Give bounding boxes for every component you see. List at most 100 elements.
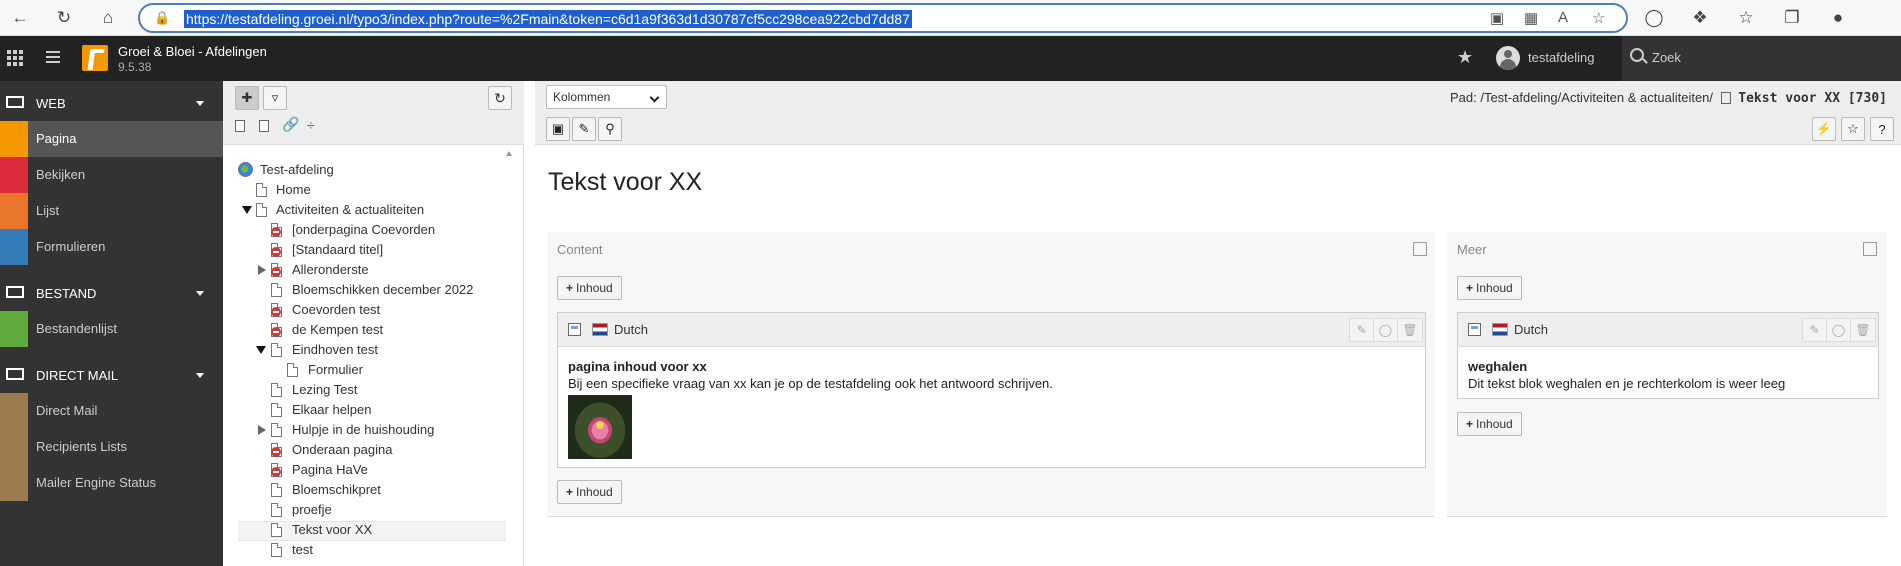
username[interactable]: testafdeling: [1528, 50, 1595, 65]
profile-icon[interactable]: ●: [1826, 6, 1850, 30]
clear-cache-button[interactable]: ⚡: [1812, 117, 1836, 141]
tree-node[interactable]: Lezing Test: [269, 381, 508, 401]
filter-button[interactable]: ▿: [263, 86, 287, 110]
module-group-bestand[interactable]: BESTAND: [0, 275, 223, 311]
tree-node-label: Lezing Test: [292, 382, 358, 397]
tree-node[interactable]: proefje: [269, 501, 508, 521]
home-icon[interactable]: ⌂: [96, 6, 120, 30]
module-bestandenlijst[interactable]: Bestandenlijst: [0, 311, 223, 347]
tree-node-label: Pagina HaVe: [292, 462, 368, 477]
edit-column-icon[interactable]: [1413, 242, 1427, 256]
user-avatar[interactable]: [1496, 46, 1520, 70]
tree-node[interactable]: Pagina HaVe: [269, 461, 508, 481]
url-text[interactable]: https://testafdeling.groei.nl/typo3/inde…: [184, 10, 912, 28]
add-content-button[interactable]: + Inhoud: [557, 276, 622, 300]
toggle-visibility-icon[interactable]: ◯: [1827, 319, 1851, 341]
menu-toggle-icon[interactable]: [46, 51, 60, 63]
search-icon[interactable]: [1630, 48, 1644, 62]
page-type-special-icon[interactable]: [259, 120, 269, 132]
add-content-button[interactable]: + Inhoud: [1457, 412, 1522, 436]
tree-node[interactable]: Alleronderste: [256, 261, 508, 281]
tree-node[interactable]: Home: [252, 181, 508, 201]
edit-icon[interactable]: ✎: [1350, 319, 1374, 341]
edit-page-button[interactable]: ✎: [572, 117, 596, 141]
tree-node[interactable]: [Standaard titel]: [269, 241, 508, 261]
new-page-icon: ✚: [241, 90, 253, 105]
tree-node[interactable]: Activiteiten & actualiteiten: [242, 201, 508, 221]
bookmark-button[interactable]: ☆: [1841, 117, 1865, 141]
refresh-tree-button[interactable]: ↻: [488, 86, 512, 110]
text-size-icon[interactable]: A: [1558, 9, 1568, 26]
tree-node[interactable]: Formulier: [285, 361, 508, 381]
tree-node[interactable]: Eindhoven test: [256, 341, 508, 361]
help-icon: ?: [1878, 121, 1886, 137]
filelist-icon: [0, 311, 28, 347]
delete-icon[interactable]: 🗑: [1398, 319, 1422, 341]
module-mailer-engine-status[interactable]: Mailer Engine Status: [0, 465, 223, 501]
page-type-icon[interactable]: [235, 120, 245, 132]
view-page-button[interactable]: ▣: [546, 117, 570, 141]
tree-node[interactable]: Elkaar helpen: [269, 401, 508, 421]
lightning-icon: ⚡: [1815, 121, 1833, 136]
link-icon[interactable]: 🔗: [282, 116, 299, 133]
tree-node-selected[interactable]: Tekst voor XX: [269, 521, 506, 541]
tree-node[interactable]: Bloemschikpret: [269, 481, 508, 501]
module-pagina[interactable]: Pagina: [0, 121, 223, 157]
favorite-add-icon[interactable]: ☆: [1592, 9, 1605, 27]
tree-node-root[interactable]: Test-afdeling: [238, 161, 508, 181]
caret-down-icon: [196, 373, 204, 378]
module-recipients-lists[interactable]: Recipients Lists: [0, 429, 223, 465]
tree-node[interactable]: Hulpje in de huishouding: [256, 421, 508, 441]
module-group-web[interactable]: WEB: [0, 85, 223, 121]
delete-icon[interactable]: 🗑: [1851, 319, 1875, 341]
module-lijst[interactable]: Lijst: [0, 193, 223, 229]
tree-toolbar: ✚ ▿ ↻ 🔗 ÷: [223, 81, 524, 145]
page-icon: [271, 383, 282, 397]
puzzle-icon[interactable]: ❖: [1688, 6, 1712, 30]
tree-node-label: test: [292, 542, 313, 557]
module-bekijken[interactable]: Bekijken: [0, 157, 223, 193]
reload-icon[interactable]: ↻: [52, 6, 76, 30]
add-content-button[interactable]: + Inhoud: [1457, 276, 1522, 300]
typo3-logo[interactable]: [82, 45, 108, 71]
view-mode-select[interactable]: Kolommen: [546, 85, 667, 109]
divider-icon[interactable]: ÷: [307, 117, 315, 133]
module-group-directmail[interactable]: DIRECT MAIL: [0, 357, 223, 393]
page-icon: [271, 283, 282, 297]
content-element[interactable]: Dutch ✎ ◯ 🗑 weghalen Dit tekst blok wegh…: [1457, 312, 1879, 399]
add-content-button[interactable]: + Inhoud: [557, 480, 622, 504]
tree-node[interactable]: de Kempen test: [269, 321, 508, 341]
help-button[interactable]: ?: [1870, 117, 1894, 141]
bookmark-star-icon[interactable]: ★: [1457, 47, 1473, 68]
tree-node[interactable]: [onderpagina Coevorden: [269, 221, 508, 241]
extension-icon[interactable]: ◯: [1642, 6, 1666, 30]
dutch-flag-icon: [592, 323, 608, 336]
address-bar[interactable]: 🔒 https://testafdeling.groei.nl/typo3/in…: [138, 3, 1628, 33]
tree-node[interactable]: Bloemschikken december 2022: [269, 281, 508, 301]
module-grid-icon[interactable]: [7, 50, 23, 66]
collapsed-toggle-icon[interactable]: [258, 265, 266, 275]
collections-icon[interactable]: ❐: [1780, 6, 1804, 30]
collapsed-toggle-icon[interactable]: [258, 425, 266, 435]
search-button[interactable]: ⚲: [598, 117, 622, 141]
toggle-visibility-icon[interactable]: ◯: [1374, 319, 1398, 341]
tree-node[interactable]: Onderaan pagina: [269, 441, 508, 461]
read-aloud-icon[interactable]: ▣: [1490, 9, 1504, 27]
page-icon: [271, 543, 282, 557]
tree-node[interactable]: test: [269, 541, 508, 561]
edit-icon[interactable]: ✎: [1803, 319, 1827, 341]
favorites-icon[interactable]: ☆: [1734, 6, 1758, 30]
new-page-button[interactable]: ✚: [235, 86, 259, 110]
search-label[interactable]: Zoek: [1652, 50, 1681, 65]
tree-node[interactable]: Coevorden test: [269, 301, 508, 321]
expanded-toggle-icon[interactable]: [256, 346, 266, 354]
module-formulieren[interactable]: Formulieren: [0, 229, 223, 265]
back-icon[interactable]: ←: [8, 6, 32, 30]
module-direct-mail[interactable]: Direct Mail: [0, 393, 223, 429]
expanded-toggle-icon[interactable]: [242, 206, 252, 214]
qr-icon[interactable]: ▦: [1524, 9, 1538, 27]
breadcrumb-path[interactable]: Pad: /Test-afdeling/Activiteiten & actua…: [1450, 90, 1713, 105]
refresh-icon: ↻: [494, 89, 506, 106]
content-element[interactable]: Dutch ✎ ◯ 🗑 pagina inhoud voor xx Bij ee…: [557, 312, 1426, 468]
edit-column-icon[interactable]: [1863, 242, 1877, 256]
